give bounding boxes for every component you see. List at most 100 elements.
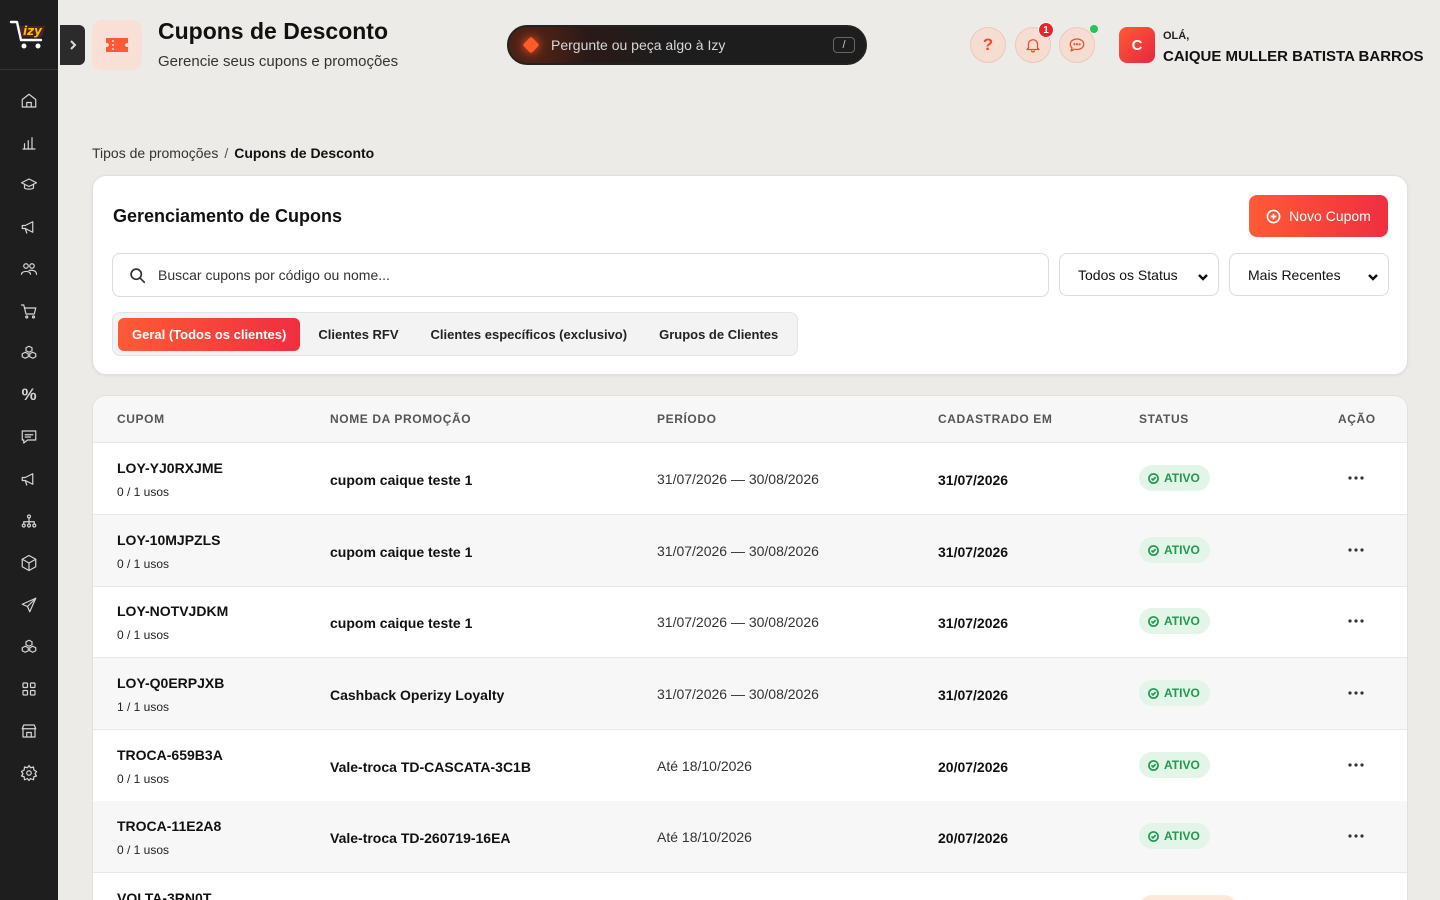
coupon-uses: 0 / 1 usos xyxy=(117,772,170,786)
table-row[interactable]: LOY-Q0ERPJXB 1 / 1 usos Cashback Operizy… xyxy=(93,658,1407,730)
table-row[interactable]: TROCA-11E2A8 0 / 1 usos Vale-troca TD-26… xyxy=(93,801,1407,873)
new-coupon-label: Novo Cupom xyxy=(1289,208,1371,224)
help-button[interactable]: ? xyxy=(970,27,1006,63)
sidebar: izy % xyxy=(0,0,58,900)
shortcut-key: / xyxy=(833,37,855,53)
new-coupon-button[interactable]: Novo Cupom xyxy=(1249,195,1388,237)
plus-circle-icon xyxy=(1266,209,1281,223)
tab-rfv-customers[interactable]: Clientes RFV xyxy=(304,318,412,351)
table-row[interactable]: LOY-YJ0RXJME 0 / 1 usos cupom caique tes… xyxy=(93,443,1407,515)
sidebar-item-campaigns[interactable] xyxy=(0,206,58,248)
org-chart-icon xyxy=(21,514,37,528)
sidebar-item-stores[interactable] xyxy=(0,710,58,752)
boxes-2-icon xyxy=(21,639,37,653)
bell-icon xyxy=(1026,39,1040,53)
promotion-name: cupom caique teste 1 xyxy=(330,615,473,631)
tab-general[interactable]: Geral (Todos os clientes) xyxy=(118,317,301,351)
row-actions-button[interactable] xyxy=(1341,682,1371,704)
column-header-created: CADASTRADO EM xyxy=(938,412,1053,426)
grid-icon xyxy=(22,682,36,696)
coupon-period: 31/07/2026 — 30/08/2026 xyxy=(657,543,819,559)
coupon-uses: 0 / 1 usos xyxy=(117,557,170,571)
breadcrumb: Tipos de promoções / Cupons de Desconto xyxy=(92,145,374,161)
sidebar-item-promotions[interactable]: % xyxy=(0,374,58,416)
status-filter-select[interactable]: Todos os Status xyxy=(1059,253,1219,296)
row-actions-button[interactable] xyxy=(1341,610,1371,632)
column-header-coupon: CUPOM xyxy=(117,412,165,426)
breadcrumb-parent-link[interactable]: Tipos de promoções xyxy=(92,145,218,161)
sidebar-expand-button[interactable] xyxy=(60,25,85,65)
sidebar-item-catalog[interactable] xyxy=(0,626,58,668)
sidebar-nav: % xyxy=(0,80,58,794)
coupon-period: 31/07/2026 — 30/08/2026 xyxy=(657,471,819,487)
sidebar-item-apps[interactable] xyxy=(0,668,58,710)
sidebar-item-reports[interactable] xyxy=(0,122,58,164)
sort-value: Mais Recentes xyxy=(1248,266,1341,283)
ai-assistant-input[interactable]: Pergunte ou peça algo à Izy / xyxy=(507,25,867,65)
sidebar-item-messages[interactable] xyxy=(0,416,58,458)
sidebar-item-send[interactable] xyxy=(0,584,58,626)
coupons-table: CUPOM NOME DA PROMOÇÃO PERÍODO CADASTRAD… xyxy=(92,395,1408,900)
created-date: 20/07/2026 xyxy=(938,759,1009,775)
greeting-label: OLÁ, xyxy=(1163,30,1190,42)
promotion-name: Vale-troca TD-260719-16EA xyxy=(330,830,511,846)
sidebar-item-orders[interactable] xyxy=(0,290,58,332)
sidebar-item-products[interactable] xyxy=(0,332,58,374)
users-icon xyxy=(20,263,38,275)
coupon-search-input[interactable] xyxy=(158,267,1018,283)
ai-assistant-placeholder: Pergunte ou peça algo à Izy xyxy=(551,37,726,53)
avatar[interactable]: C xyxy=(1119,27,1155,63)
status-label: ATIVO xyxy=(1164,686,1200,700)
coupon-uses: 0 / 1 usos xyxy=(117,843,170,857)
row-actions-button[interactable] xyxy=(1341,754,1371,776)
column-header-action: AÇÃO xyxy=(1338,412,1376,426)
status-label: ATIVO xyxy=(1164,543,1200,557)
more-horizontal-icon xyxy=(1348,834,1364,838)
user-name[interactable]: CAIQUE MULLER BATISTA BARROS xyxy=(1163,48,1424,65)
more-horizontal-icon xyxy=(1348,691,1364,695)
status-badge xyxy=(1139,895,1237,900)
ticket-icon xyxy=(106,38,128,52)
table-row[interactable]: LOY-NOTVJDKM 0 / 1 usos cupom caique tes… xyxy=(93,586,1407,658)
boxes-icon xyxy=(21,345,37,359)
status-badge: ATIVO xyxy=(1139,608,1210,634)
sidebar-item-customers[interactable] xyxy=(0,248,58,290)
sidebar-item-settings[interactable] xyxy=(0,752,58,794)
created-date: 20/07/2026 xyxy=(938,830,1009,846)
sidebar-item-home[interactable] xyxy=(0,80,58,122)
sidebar-item-hierarchy[interactable] xyxy=(0,500,58,542)
graduation-cap-icon xyxy=(20,178,38,190)
coupon-code: VOLTA-3RN0T xyxy=(117,890,212,900)
more-horizontal-icon xyxy=(1348,619,1364,623)
megaphone-2-icon xyxy=(21,473,34,486)
row-actions-button[interactable] xyxy=(1341,467,1371,489)
sort-select[interactable]: Mais Recentes xyxy=(1229,253,1389,296)
coupon-page-icon xyxy=(92,20,142,70)
table-row[interactable]: VOLTA-3RN0T xyxy=(93,873,1407,900)
coupon-code: LOY-Q0ERPJXB xyxy=(117,675,225,691)
chevron-down-icon xyxy=(1198,274,1208,281)
promotion-name: cupom caique teste 1 xyxy=(330,472,473,488)
coupon-period: Até 18/10/2026 xyxy=(657,829,752,845)
home-icon xyxy=(21,93,37,108)
row-actions-button[interactable] xyxy=(1341,539,1371,561)
sparkle-icon xyxy=(522,36,540,54)
sidebar-item-inventory[interactable] xyxy=(0,542,58,584)
tab-specific-customers[interactable]: Clientes específicos (exclusivo) xyxy=(417,318,642,351)
table-row[interactable]: TROCA-659B3A 0 / 1 usos Vale-troca TD-CA… xyxy=(93,730,1407,802)
created-date: 31/07/2026 xyxy=(938,615,1009,631)
sidebar-item-training[interactable] xyxy=(0,164,58,206)
row-actions-button[interactable] xyxy=(1341,825,1371,847)
status-filter-value: Todos os Status xyxy=(1078,266,1178,283)
promotion-name: Vale-troca TD-CASCATA-3C1B xyxy=(330,759,531,775)
izy-logo[interactable]: izy xyxy=(0,0,58,70)
sidebar-item-marketing[interactable] xyxy=(0,458,58,500)
tab-customer-groups[interactable]: Grupos de Clientes xyxy=(645,318,792,351)
chat-button[interactable] xyxy=(1059,25,1098,63)
coupon-uses: 1 / 1 usos xyxy=(117,700,170,714)
notifications-button[interactable]: 1 xyxy=(1015,22,1054,63)
coupon-search[interactable] xyxy=(112,253,1049,297)
chat-icon xyxy=(1069,38,1085,52)
chevron-right-icon xyxy=(69,40,76,50)
table-row[interactable]: LOY-10MJPZLS 0 / 1 usos cupom caique tes… xyxy=(93,515,1407,587)
